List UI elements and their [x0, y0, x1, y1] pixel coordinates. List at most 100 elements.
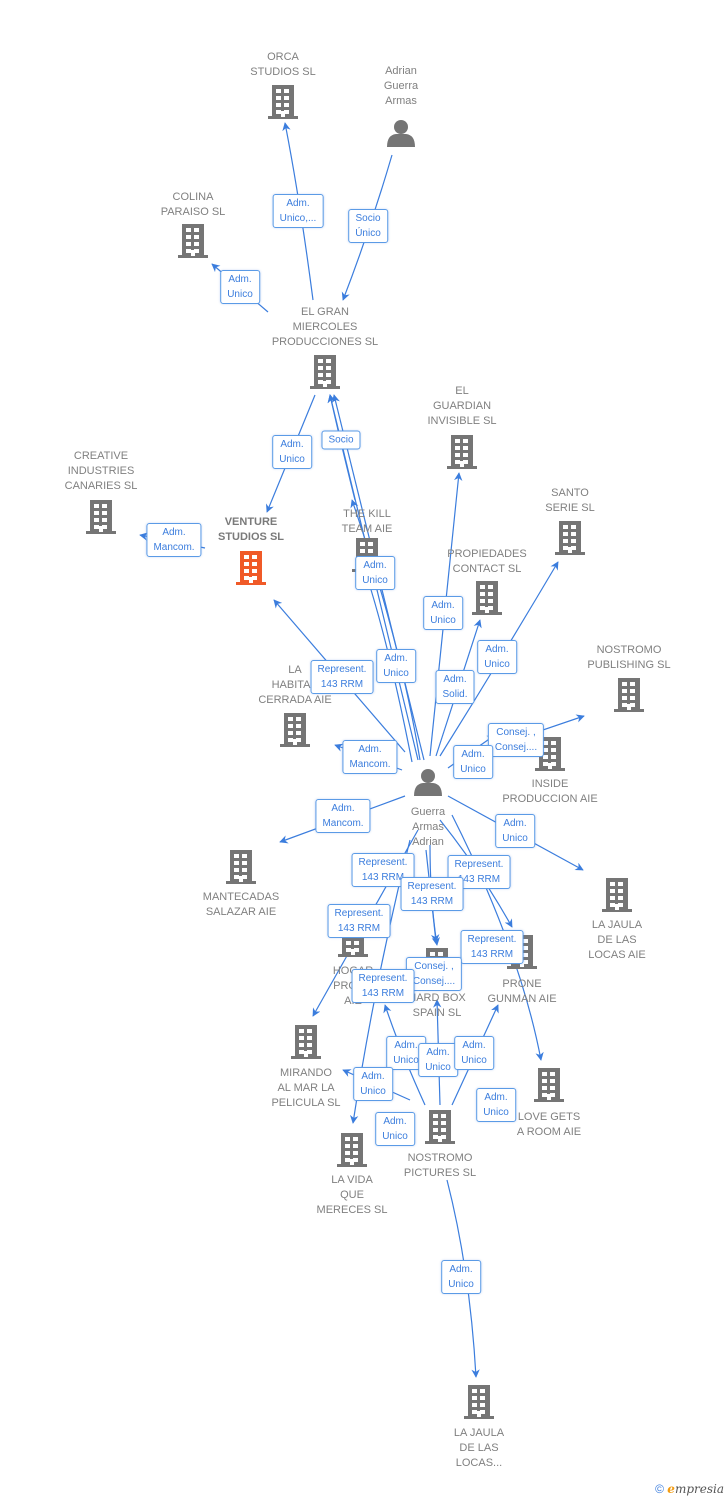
node-label[interactable]: VENTURE STUDIOS SL: [218, 515, 284, 545]
empresia-logo[interactable]: empresia: [667, 1482, 724, 1496]
relation-label-line: Adm.: [384, 653, 408, 664]
building-icon[interactable]: [534, 1068, 564, 1102]
node-label[interactable]: NOSTROMO PICTURES SL: [404, 1151, 476, 1181]
relation-label-line: Mancom.: [153, 542, 195, 553]
node-label[interactable]: EL GUARDIAN INVISIBLE SL: [427, 384, 496, 429]
relation-label[interactable]: Adm. Unico: [423, 596, 463, 630]
node-label-line: PRODUCCION AIE: [502, 793, 598, 805]
node-label[interactable]: LOVE GETS A ROOM AIE: [517, 1110, 581, 1140]
relation-label[interactable]: Adm. Unico: [220, 270, 260, 304]
building-icon[interactable]: [280, 713, 310, 747]
node-label[interactable]: INSIDE PRODUCCION AIE: [502, 777, 597, 807]
node-label-line: NOSTROMO: [407, 1152, 473, 1164]
relation-label[interactable]: Represent. 143 RRM: [351, 969, 415, 1003]
node-label[interactable]: LA JAULA DE LAS LOCAS AIE: [588, 918, 645, 963]
relation-label-line: Unico: [448, 1279, 474, 1290]
building-icon[interactable]: [337, 1133, 367, 1167]
node-label[interactable]: PROPIEDADES CONTACT SL: [447, 547, 526, 577]
building-icon[interactable]: [86, 500, 116, 534]
node-label[interactable]: COLINA PARAISO SL: [161, 190, 226, 220]
relation-label[interactable]: Adm. Unico: [477, 640, 517, 674]
relation-label-line: Represent.: [407, 881, 457, 892]
node-label-line: Armas: [412, 821, 444, 833]
relation-label-line: Socio: [355, 213, 381, 224]
relation-label-line: 143 RRM: [320, 679, 364, 690]
relation-label[interactable]: Adm. Unico: [453, 745, 493, 779]
node-label[interactable]: NOSTROMO PUBLISHING SL: [587, 643, 670, 673]
node-label-line: INDUSTRIES: [67, 465, 135, 477]
relation-label-line: Socio: [328, 434, 354, 446]
relation-label[interactable]: Socio: [321, 430, 361, 450]
person-icon[interactable]: [414, 769, 442, 796]
relation-label-line: Unico: [484, 659, 510, 670]
node-label[interactable]: PRONE GUNMAN AIE: [487, 977, 556, 1007]
relation-label-line: Adm.: [462, 1040, 486, 1051]
node-label-line: MERECES SL: [316, 1204, 388, 1216]
node-label-line: CERRADA AIE: [258, 694, 332, 706]
building-icon[interactable]: [310, 355, 340, 389]
relation-label-line: Unico,...: [279, 213, 317, 224]
relation-label[interactable]: Adm. Unico: [353, 1067, 393, 1101]
relation-label[interactable]: Adm. Mancom.: [146, 523, 202, 557]
node-label[interactable]: SANTO SERIE SL: [545, 486, 595, 516]
relation-label[interactable]: Adm. Unico: [272, 435, 312, 469]
node-label-line: MIERCOLES: [292, 321, 358, 333]
building-icon[interactable]: [291, 1025, 321, 1059]
relation-label-line: Unico: [461, 1055, 487, 1066]
relation-label[interactable]: Adm. Solid.: [435, 670, 475, 704]
node-label-line: NOSTROMO: [596, 644, 662, 656]
node-label[interactable]: EL GRAN MIERCOLES PRODUCCIONES SL: [272, 305, 378, 350]
building-icon[interactable]: [268, 85, 298, 119]
relation-label-line: Represent.: [317, 664, 367, 675]
relation-label-line: Único: [355, 228, 381, 239]
relation-label[interactable]: Adm. Unico,...: [272, 194, 324, 228]
relation-label-line: Adm.: [361, 1071, 385, 1082]
node-label[interactable]: MIRANDO AL MAR LA PELICULA SL: [271, 1066, 340, 1111]
building-icon[interactable]: [555, 521, 585, 555]
building-icon[interactable]: [614, 678, 644, 712]
node-label[interactable]: CREATIVE INDUSTRIES CANARIES SL: [65, 449, 138, 494]
relation-label[interactable]: Adm. Unico: [375, 1112, 415, 1146]
node-label[interactable]: LA JAULA DE LAS LOCAS...: [454, 1426, 504, 1471]
relation-label[interactable]: Adm. Unico: [355, 556, 395, 590]
node-label[interactable]: THE KILL TEAM AIE: [342, 507, 393, 537]
building-icon[interactable]: [226, 850, 256, 884]
node-label[interactable]: HARD BOX SPAIN SL: [408, 991, 465, 1021]
building-icon[interactable]: [447, 435, 477, 469]
relation-label[interactable]: Adm. Mancom.: [342, 740, 398, 774]
building-icon[interactable]: [236, 551, 266, 585]
relation-label[interactable]: Represent. 143 RRM: [460, 930, 524, 964]
building-icon[interactable]: [472, 581, 502, 615]
node-label[interactable]: ORCA STUDIOS SL: [250, 50, 315, 80]
relation-label[interactable]: Adm. Unico: [418, 1043, 458, 1077]
building-icon[interactable]: [425, 1110, 455, 1144]
node-label[interactable]: Adrian Guerra Armas: [384, 64, 418, 109]
building-icon[interactable]: [178, 224, 208, 258]
relation-label-line: Adm.: [286, 198, 310, 209]
relation-label[interactable]: Represent. 143 RRM: [327, 904, 391, 938]
relation-label[interactable]: Consej. , Consej....: [487, 723, 545, 757]
relation-label[interactable]: Adm. Unico: [476, 1088, 516, 1122]
building-icon[interactable]: [602, 878, 632, 912]
node-label[interactable]: Guerra Armas Adrian: [411, 805, 445, 850]
relation-label[interactable]: Adm. Mancom.: [315, 799, 371, 833]
relation-label-line: Consej. ,: [414, 961, 454, 972]
node-label-line: LA VIDA: [331, 1174, 373, 1186]
person-icon[interactable]: [387, 120, 415, 147]
node-label-line: ORCA: [267, 51, 299, 63]
node-label-line: Adrian: [385, 65, 417, 77]
relation-label[interactable]: Adm. Unico: [376, 649, 416, 683]
node-label[interactable]: MANTECADAS SALAZAR AIE: [203, 890, 279, 920]
relation-label[interactable]: Adm. Unico: [454, 1036, 494, 1070]
node-label-line: TEAM AIE: [341, 523, 393, 535]
node-label-line: SALAZAR AIE: [205, 906, 277, 918]
relation-label[interactable]: Represent. 143 RRM: [400, 877, 464, 911]
relation-label[interactable]: Represent. 143 RRM: [310, 660, 374, 694]
relation-label[interactable]: Adm. Unico: [441, 1260, 481, 1294]
node-label[interactable]: LA VIDA QUE MERECES SL: [317, 1173, 388, 1218]
building-icon[interactable]: [464, 1385, 494, 1419]
relation-label[interactable]: Adm. Unico: [495, 814, 535, 848]
relation-label[interactable]: Socio Único: [348, 209, 388, 243]
relation-label-line: 143 RRM: [410, 896, 454, 907]
node-label-line: GUNMAN AIE: [487, 993, 557, 1005]
